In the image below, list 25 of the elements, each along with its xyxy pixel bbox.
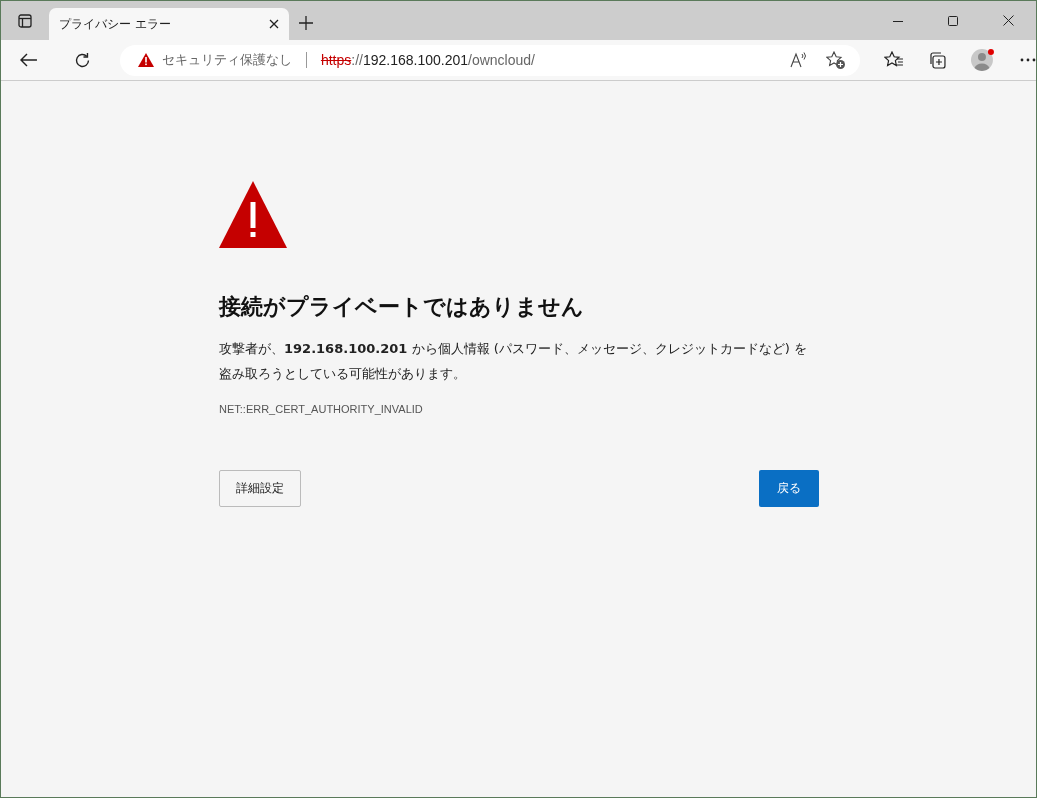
error-heading: 接続がプライベートではありません [219,293,585,321]
back-arrow-icon[interactable] [20,53,38,67]
warning-triangle-icon [219,181,287,248]
add-favorite-icon[interactable] [826,50,847,70]
back-button[interactable]: 戻る [759,470,819,507]
security-label[interactable]: セキュリティ保護なし [161,51,292,69]
browser-tab[interactable]: プライバシー エラー [49,8,289,40]
url-text: https://192.168.100.201/owncloud/ [320,52,535,68]
close-window-icon[interactable] [1003,15,1014,26]
close-icon[interactable] [269,19,279,29]
error-code: NET::ERR_CERT_AUTHORITY_INVALID [219,403,424,415]
favorites-icon[interactable] [884,51,905,69]
new-tab-icon[interactable] [299,16,313,30]
profile-avatar-icon[interactable] [970,48,997,72]
refresh-icon[interactable] [73,51,91,69]
tab-title: プライバシー エラー [59,15,171,33]
error-message: 攻撃者が、192.168.100.201 から個人情報 (パスワード、メッセージ、クレジットカードなど) を盗み取ろうとしている可能性があります。 [219,340,808,383]
more-menu-icon[interactable] [1020,58,1036,62]
collections-icon[interactable] [928,51,947,69]
read-aloud-icon[interactable] [790,52,809,68]
tab-actions-icon[interactable] [18,14,32,28]
warning-icon [137,53,154,67]
maximize-icon[interactable] [948,16,958,26]
address-bar[interactable]: セキュリティ保護なし https://192.168.100.201/owncloud/ [119,44,861,76]
advanced-button[interactable]: 詳細設定 [219,470,301,507]
